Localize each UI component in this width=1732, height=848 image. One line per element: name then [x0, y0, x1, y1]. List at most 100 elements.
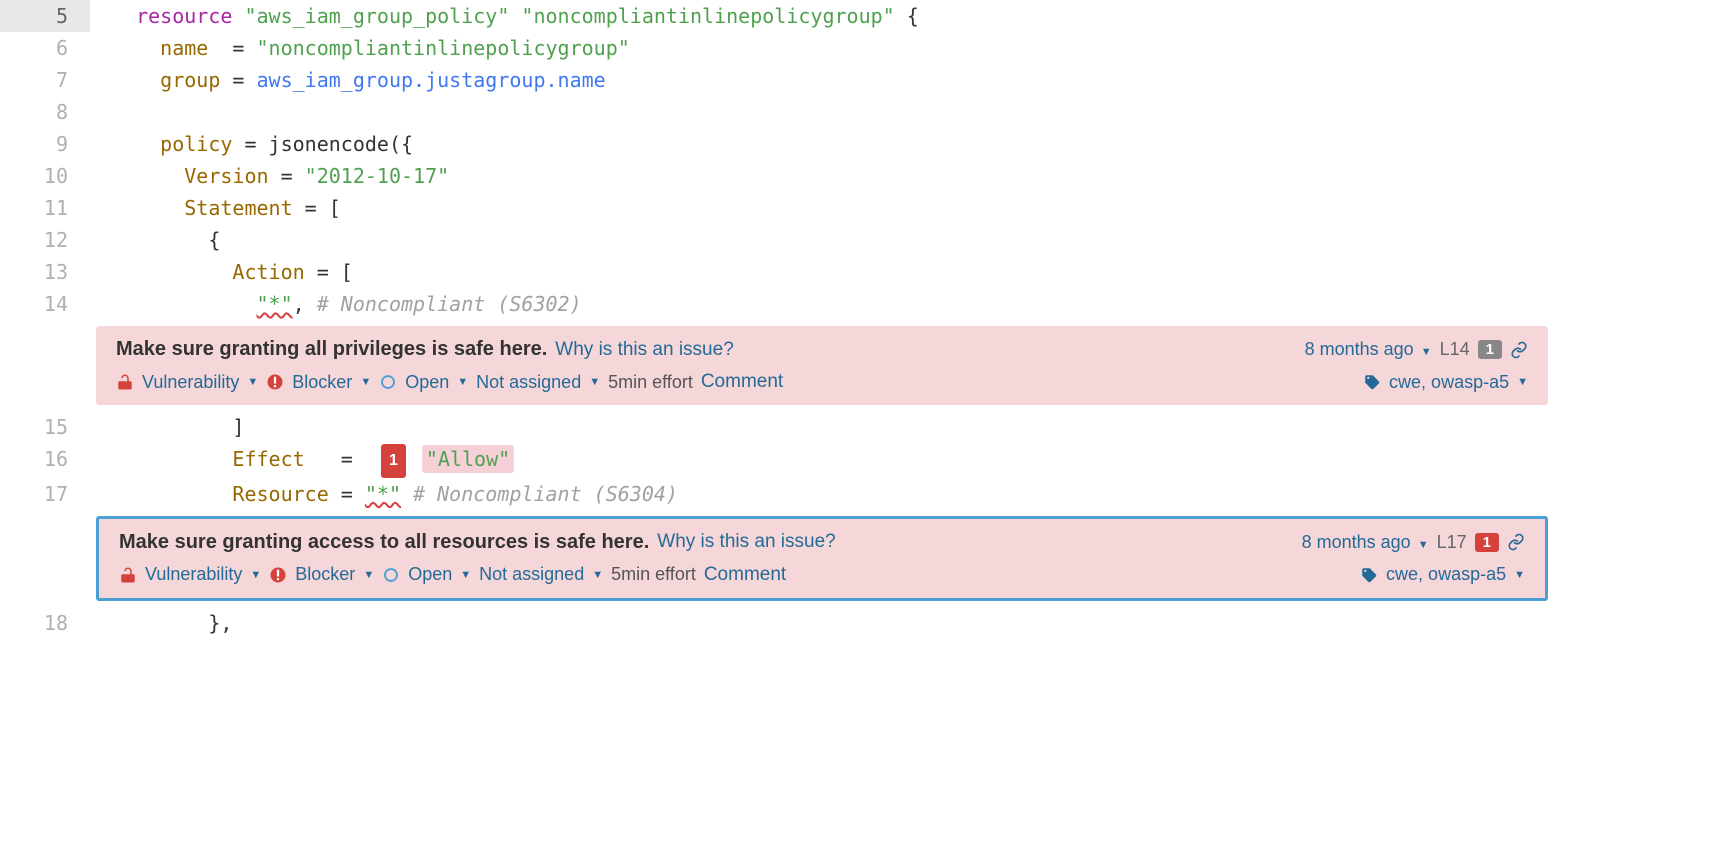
line-number: 8: [0, 96, 90, 128]
code-content: policy = jsonencode({: [90, 128, 1732, 160]
line-number: 7: [0, 64, 90, 96]
issue-box[interactable]: Make sure granting all privileges is saf…: [96, 326, 1548, 405]
open-status-icon: [382, 566, 400, 584]
issue-why-link[interactable]: Why is this an issue?: [657, 531, 835, 553]
token-attr: name: [160, 36, 208, 60]
issue-type-dropdown[interactable]: Vulnerability▼: [142, 372, 258, 393]
token-attr: Resource: [232, 482, 328, 506]
issue-effort: 5min effort: [608, 372, 693, 393]
code-content: Statement = [: [90, 192, 1732, 224]
issue-line: L14: [1440, 339, 1470, 360]
token-comment: # Noncompliant (S6304): [413, 482, 678, 506]
token-ref: aws_iam_group.justagroup.name: [257, 68, 606, 92]
open-status-icon: [379, 373, 397, 391]
code-line: 8: [0, 96, 1732, 128]
code-line: 10 Version = "2012-10-17": [0, 160, 1732, 192]
token-attr: Statement: [184, 196, 292, 220]
unlock-icon: [116, 373, 134, 391]
issue-title: Make sure granting access to all resourc…: [119, 531, 649, 554]
issue-line: L17: [1437, 532, 1467, 553]
issue-header-row: Make sure granting all privileges is saf…: [116, 338, 1528, 361]
line-number: 13: [0, 256, 90, 288]
line-number: 17: [0, 478, 90, 510]
token-brace: {: [208, 228, 220, 252]
code-content: Resource = "*" # Noncompliant (S6304): [90, 478, 1732, 510]
code-content: Effect = 1 "Allow": [90, 443, 1732, 478]
code-content: group = aws_iam_group.justagroup.name: [90, 64, 1732, 96]
code-line: 18 },: [0, 607, 1732, 639]
code-content: name = "noncompliantinlinepolicygroup": [90, 32, 1732, 64]
issue-meta-row: Vulnerability▼ Blocker▼ Open▼ Not assign…: [119, 564, 1525, 586]
line-number: 11: [0, 192, 90, 224]
line-number: 10: [0, 160, 90, 192]
tags-icon: [1363, 373, 1381, 391]
code-line: 12 {: [0, 224, 1732, 256]
code-line: 15 ]: [0, 411, 1732, 443]
line-number: 12: [0, 224, 90, 256]
tags-icon: [1360, 566, 1378, 584]
token-keyword: resource: [136, 4, 232, 28]
issue-type-dropdown[interactable]: Vulnerability▼: [145, 564, 261, 585]
line-number: 15: [0, 411, 90, 443]
code-line: 5 resource "aws_iam_group_policy" "nonco…: [0, 0, 1732, 32]
issue-comment-link[interactable]: Comment: [701, 371, 783, 393]
issue-tags-dropdown[interactable]: cwe, owasp-a5▼: [1389, 372, 1528, 393]
code-line: 17 Resource = "*" # Noncompliant (S6304): [0, 478, 1732, 510]
permalink-icon[interactable]: [1510, 341, 1528, 359]
unlock-icon: [119, 566, 137, 584]
issue-severity-dropdown[interactable]: Blocker▼: [292, 372, 371, 393]
token-attr: policy: [160, 132, 232, 156]
code-line: 9 policy = jsonencode({: [0, 128, 1732, 160]
token-brace: {: [895, 4, 919, 28]
issue-box[interactable]: Make sure granting access to all resourc…: [96, 516, 1548, 601]
line-number: 14: [0, 288, 90, 320]
issue-meta-row: Vulnerability▼ Blocker▼ Open▼ Not assign…: [116, 371, 1528, 393]
issue-status-dropdown[interactable]: Open▼: [408, 564, 471, 585]
code-content: "*", # Noncompliant (S6302): [90, 288, 1732, 320]
issue-count-badge: 1: [1475, 533, 1499, 552]
token-brace: ]: [232, 415, 244, 439]
chevron-down-icon: ▼: [1421, 346, 1432, 358]
issue-age-dropdown[interactable]: 8 months ago ▼: [1305, 339, 1432, 360]
chevron-down-icon: ▼: [457, 376, 468, 388]
token-attr: group: [160, 68, 220, 92]
chevron-down-icon: ▼: [1517, 376, 1528, 388]
issue-tags-dropdown[interactable]: cwe, owasp-a5▼: [1386, 564, 1525, 585]
token-string: "2012-10-17": [305, 164, 450, 188]
token-string: "aws_iam_group_policy": [244, 4, 509, 28]
code-line: 14 "*", # Noncompliant (S6302): [0, 288, 1732, 320]
line-number: 6: [0, 32, 90, 64]
line-number: 5: [0, 0, 90, 32]
chevron-down-icon: ▼: [1418, 539, 1429, 551]
token-string: "noncompliantinlinepolicygroup": [521, 4, 894, 28]
code-content: Action = [: [90, 256, 1732, 288]
code-content: {: [90, 224, 1732, 256]
issue-assignee-dropdown[interactable]: Not assigned▼: [479, 564, 603, 585]
chevron-down-icon: ▼: [592, 569, 603, 581]
issue-why-link[interactable]: Why is this an issue?: [555, 339, 733, 361]
issue-assignee-dropdown[interactable]: Not assigned▼: [476, 372, 600, 393]
token-string: "*": [365, 482, 401, 506]
code-line: 11 Statement = [: [0, 192, 1732, 224]
token-attr: Action: [232, 260, 304, 284]
issue-severity-dropdown[interactable]: Blocker▼: [295, 564, 374, 585]
secondary-location-badge[interactable]: 1: [381, 444, 406, 478]
issue-age-dropdown[interactable]: 8 months ago ▼: [1302, 532, 1429, 553]
token-attr: Version: [184, 164, 268, 188]
code-line: 6 name = "noncompliantinlinepolicygroup": [0, 32, 1732, 64]
issue-header-row: Make sure granting access to all resourc…: [119, 531, 1525, 554]
blocker-icon: [269, 566, 287, 584]
code-line: 16 Effect = 1 "Allow": [0, 443, 1732, 478]
token-string: "Allow": [422, 445, 514, 473]
code-line: 7 group = aws_iam_group.justagroup.name: [0, 64, 1732, 96]
code-content: [90, 96, 1732, 128]
chevron-down-icon: ▼: [247, 376, 258, 388]
chevron-down-icon: ▼: [460, 569, 471, 581]
issue-comment-link[interactable]: Comment: [704, 564, 786, 586]
line-number: 16: [0, 443, 90, 475]
chevron-down-icon: ▼: [360, 376, 371, 388]
line-number: 9: [0, 128, 90, 160]
permalink-icon[interactable]: [1507, 533, 1525, 551]
issue-count-badge: 1: [1478, 340, 1502, 359]
issue-status-dropdown[interactable]: Open▼: [405, 372, 468, 393]
